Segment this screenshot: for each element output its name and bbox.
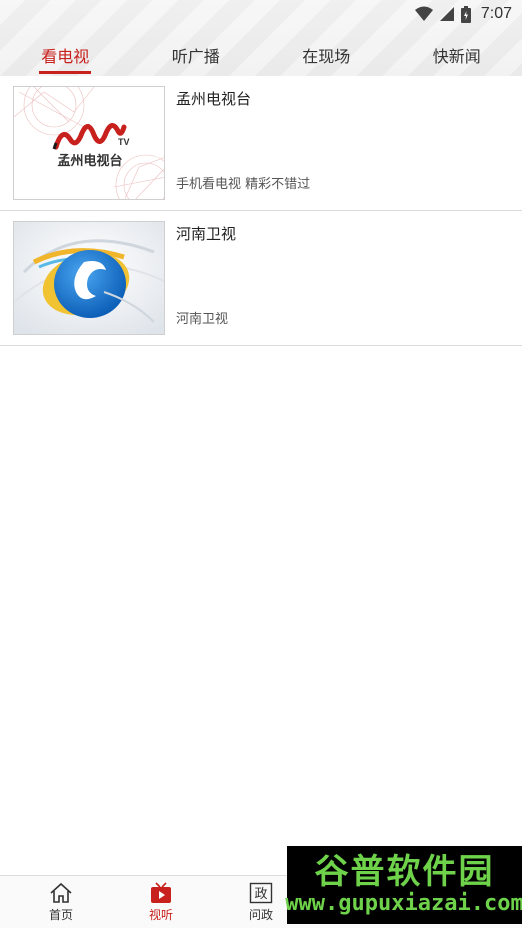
- henan-tv-thumbnail: [13, 221, 165, 335]
- politics-icon: 政: [249, 882, 273, 904]
- status-bar: 7:07: [414, 4, 512, 24]
- list-item-henan-tv[interactable]: 河南卫视 河南卫视: [0, 211, 522, 346]
- henan-tv-logo: [14, 222, 164, 334]
- tv-mark-text: TV: [118, 137, 130, 147]
- mengzhou-tv-logo: TV 孟州电视台: [14, 87, 164, 199]
- politics-icon-char: 政: [254, 887, 267, 902]
- mengzhou-logo-text: 孟州电视台: [57, 153, 122, 169]
- list-item-mengzhou-tv[interactable]: TV 孟州电视台 孟州电视台 手机看电视 精彩不错过: [0, 76, 522, 211]
- item-title: 孟州电视台: [176, 90, 252, 108]
- nav-politics-label: 问政: [248, 908, 273, 922]
- tab-radio[interactable]: 听广播: [131, 36, 262, 74]
- mengzhou-tv-thumbnail: TV 孟州电视台: [13, 86, 165, 200]
- tv-play-icon: [151, 882, 171, 903]
- nav-politics[interactable]: 政 问政: [241, 882, 281, 926]
- watermark-url: www.gupuxiazai.com: [285, 891, 522, 916]
- watermark-logo: 谷普软件园 www.gupuxiazai.com: [285, 846, 522, 924]
- tab-quick-news[interactable]: 快新闻: [392, 36, 522, 74]
- top-header: 7:07 看电视 听广播 在现场 快新闻: [0, 0, 522, 76]
- watermark-title: 谷普软件园: [314, 852, 495, 892]
- nav-video-audio-label: 视听: [148, 908, 173, 922]
- battery-icon: [460, 5, 471, 23]
- clock: 7:07: [480, 5, 512, 22]
- nav-home-label: 首页: [48, 908, 73, 922]
- item-title: 河南卫视: [176, 225, 237, 243]
- item-description: 河南卫视: [176, 312, 229, 327]
- home-icon: [50, 882, 72, 903]
- channel-list: TV 孟州电视台 孟州电视台 手机看电视 精彩不错过 河南卫视 河南卫视: [0, 76, 522, 346]
- channel-tabs: 看电视 听广播 在现场 快新闻: [0, 36, 522, 74]
- tab-live[interactable]: 在现场: [261, 36, 392, 74]
- wifi-icon: [414, 6, 433, 21]
- nav-home[interactable]: 首页: [41, 882, 81, 926]
- signal-icon: [439, 7, 454, 21]
- nav-video-audio[interactable]: 视听: [141, 882, 181, 926]
- tab-watch-tv[interactable]: 看电视: [0, 36, 131, 74]
- item-description: 手机看电视 精彩不错过: [176, 177, 311, 192]
